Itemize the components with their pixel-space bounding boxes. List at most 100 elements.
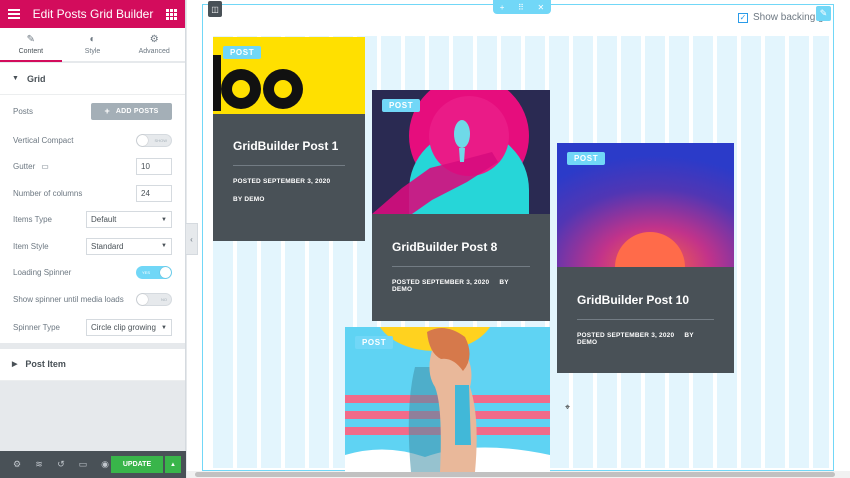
mouse-cursor-icon: ⌖ xyxy=(565,402,571,412)
post-date: SEPTEMBER 3, 2020 xyxy=(606,332,675,339)
plus-icon: + xyxy=(104,106,110,116)
responsive-monitor-icon[interactable]: ▭ xyxy=(72,459,94,470)
column-handle-icon[interactable]: ◫ xyxy=(208,1,222,17)
tab-style[interactable]: ◐ Style xyxy=(62,28,124,61)
post-author[interactable]: DEMO xyxy=(244,196,264,203)
posted-label: POSTED xyxy=(577,332,605,339)
post-card[interactable]: POST GridBuilder Post 10 POSTED SEPTEMBE… xyxy=(557,143,734,373)
widgets-grid-icon[interactable] xyxy=(166,8,177,20)
post-badge[interactable]: POST xyxy=(223,46,262,59)
panel-footer: ⚙ ≋ ↺ ▭ ◉ UPDATE ▲ xyxy=(0,451,186,478)
divider xyxy=(392,266,530,267)
gutter-control: Gutter ▭ 10 xyxy=(0,154,185,181)
panel-tabs: ✎ Content ◐ Style ⚙ Advanced xyxy=(0,28,185,62)
caret-right-icon: ▶ xyxy=(12,361,18,368)
item-style-control: Item Style Standard ▼ xyxy=(0,233,185,260)
collapse-panel-handle[interactable]: ‹ xyxy=(186,223,198,255)
post-title[interactable]: GridBuilder Post 10 xyxy=(577,293,714,307)
post-author[interactable]: DEMO xyxy=(392,286,412,293)
grid-section-toggle[interactable]: ▼ Grid xyxy=(0,63,185,95)
grid-section: ▼ Grid Posts + ADD POSTS Vertical Compac… xyxy=(0,63,185,343)
divider xyxy=(233,165,345,166)
preview-canvas: + ⠿ ✕ ◫ ✓ Show backing g ✎ POST GridBuil… xyxy=(187,0,850,478)
post-item-section: ▶ Post Item xyxy=(0,348,185,381)
post-author-row: BY DEMO xyxy=(233,196,345,203)
item-style-select[interactable]: Standard ▼ xyxy=(86,237,172,255)
post-card-body: GridBuilder Post 10 POSTED SEPTEMBER 3, … xyxy=(557,267,734,373)
scrollbar-thumb[interactable] xyxy=(195,472,835,477)
vertical-compact-toggle[interactable]: SHOW xyxy=(136,133,172,147)
update-button[interactable]: UPDATE xyxy=(111,456,163,473)
tab-style-label: Style xyxy=(84,48,101,55)
loading-spinner-toggle[interactable]: YES xyxy=(136,266,172,280)
tab-content[interactable]: ✎ Content xyxy=(0,28,62,62)
posts-control: Posts + ADD POSTS xyxy=(0,95,185,127)
gutter-input[interactable]: 10 xyxy=(136,158,172,176)
post-title[interactable]: GridBuilder Post 8 xyxy=(392,240,530,254)
show-backing-grid-control[interactable]: ✓ Show backing g xyxy=(738,12,824,23)
post-badge[interactable]: POST xyxy=(382,99,421,112)
add-posts-label: ADD POSTS xyxy=(115,107,159,115)
navigator-layers-icon[interactable]: ≋ xyxy=(28,459,50,470)
items-type-control: Items Type Default ▼ xyxy=(0,207,185,234)
spinner-type-control: Spinner Type Circle clip growing ▼ xyxy=(0,313,185,343)
show-spinner-toggle[interactable]: NO xyxy=(136,292,172,306)
hamburger-menu-icon[interactable] xyxy=(8,9,20,19)
spinner-type-select[interactable]: Circle clip growing ▼ xyxy=(86,319,172,336)
columns-label: Number of columns xyxy=(13,188,83,198)
loading-spinner-label: Loading Spinner xyxy=(13,268,72,278)
item-style-label: Item Style xyxy=(13,241,49,251)
toggle-knob xyxy=(160,267,171,279)
contrast-icon: ◐ xyxy=(89,34,96,45)
post-title[interactable]: GridBuilder Post 1 xyxy=(233,139,345,153)
spinner-type-label: Spinner Type xyxy=(13,323,60,332)
update-options-caret-icon[interactable]: ▲ xyxy=(165,456,181,473)
post-item-section-toggle[interactable]: ▶ Post Item xyxy=(0,349,185,381)
post-card[interactable]: POST GridBuilder Post 1 POSTED SEPTEMBER… xyxy=(213,37,365,241)
items-type-select[interactable]: Default ▼ xyxy=(86,211,172,229)
select-arrow-icon: ▼ xyxy=(161,216,167,223)
gutter-label-wrap: Gutter ▭ xyxy=(13,162,49,171)
show-spinner-label: Show spinner until media loads xyxy=(13,294,124,304)
columns-input[interactable]: 24 xyxy=(136,184,172,202)
edit-widget-pencil-icon[interactable]: ✎ xyxy=(816,6,831,21)
vertical-compact-control: Vertical Compact SHOW xyxy=(0,127,185,154)
post-badge[interactable]: POST xyxy=(355,336,394,349)
post-card[interactable]: POST xyxy=(345,327,550,472)
tab-content-label: Content xyxy=(18,48,44,55)
panel-title: Edit Posts Grid Builder xyxy=(32,7,154,21)
add-section-icon[interactable]: + xyxy=(500,3,505,12)
toggle-text: NO xyxy=(161,296,167,302)
drag-section-handle-icon[interactable]: ⠿ xyxy=(518,3,524,12)
delete-section-icon[interactable]: ✕ xyxy=(537,3,544,12)
section-handle[interactable]: + ⠿ ✕ xyxy=(493,0,551,14)
add-posts-button[interactable]: + ADD POSTS xyxy=(91,102,172,120)
tab-advanced[interactable]: ⚙ Advanced xyxy=(123,28,185,61)
post-author[interactable]: DEMO xyxy=(577,339,597,346)
by-label: BY xyxy=(233,196,243,203)
settings-gear-icon[interactable]: ⚙ xyxy=(6,459,28,470)
history-icon[interactable]: ↺ xyxy=(50,459,72,470)
post-date: SEPTEMBER 3, 2020 xyxy=(421,279,490,286)
loading-spinner-control: Loading Spinner YES xyxy=(0,260,185,287)
post-meta: POSTED SEPTEMBER 3, 2020 xyxy=(233,178,345,185)
items-type-label: Items Type xyxy=(13,215,52,225)
post-card-body: GridBuilder Post 1 POSTED SEPTEMBER 3, 2… xyxy=(213,114,365,241)
post-badge[interactable]: POST xyxy=(567,152,606,165)
show-backing-label: Show backing g xyxy=(753,12,824,23)
by-label: BY xyxy=(684,332,694,339)
posted-label: POSTED xyxy=(392,279,420,286)
backing-checkbox[interactable]: ✓ xyxy=(738,12,748,23)
panel-header: Edit Posts Grid Builder xyxy=(0,0,185,28)
desktop-monitor-icon[interactable]: ▭ xyxy=(41,162,49,171)
select-arrow-icon: ▼ xyxy=(161,324,167,331)
horizontal-scrollbar[interactable] xyxy=(187,471,850,478)
posted-label: POSTED xyxy=(233,178,261,185)
select-arrow-icon: ▼ xyxy=(161,243,167,250)
toggle-text: SHOW xyxy=(154,137,167,143)
gear-icon: ⚙ xyxy=(149,34,159,45)
post-card[interactable]: POST GridBuilder Post 8 POSTED SEPTEMBER… xyxy=(372,90,550,321)
item-style-value: Standard xyxy=(91,241,124,251)
posts-label: Posts xyxy=(13,106,34,116)
post-meta: POSTED SEPTEMBER 3, 2020 BY DEMO xyxy=(392,279,530,293)
